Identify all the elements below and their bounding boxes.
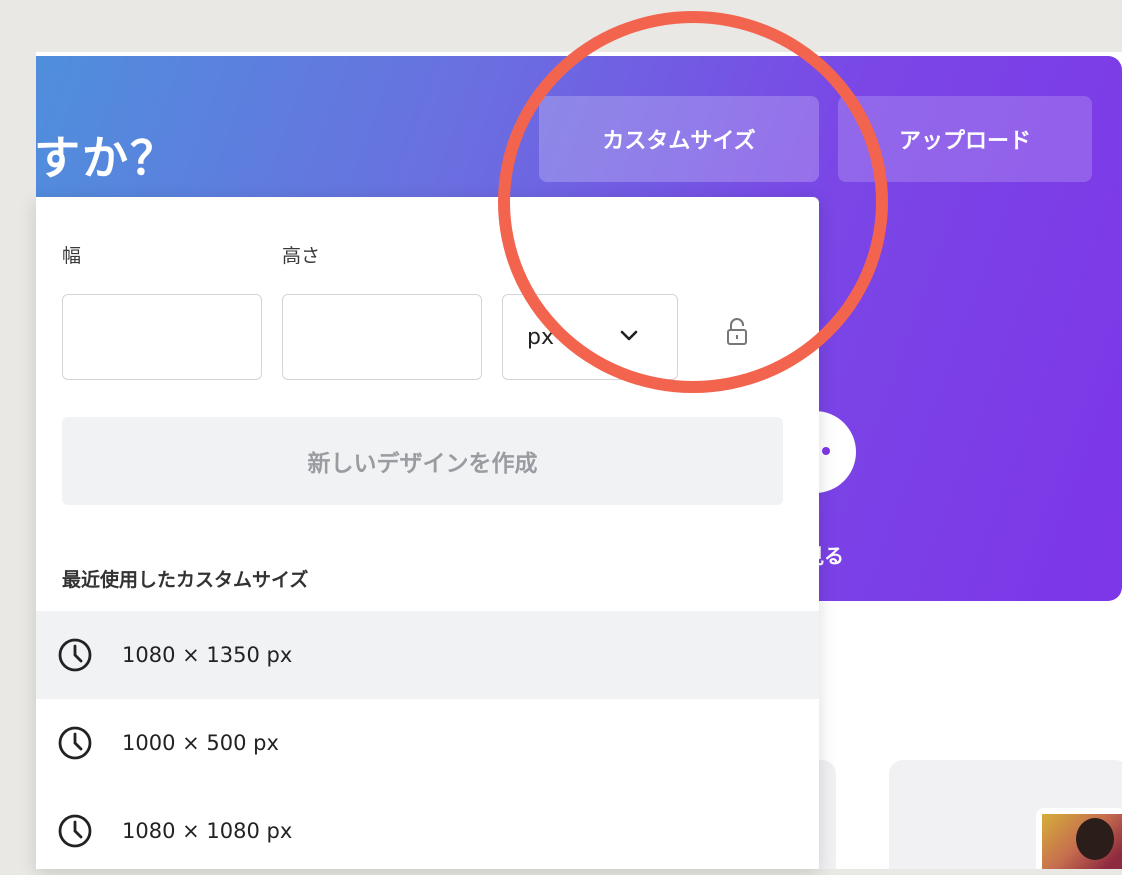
recent-size-label: 1080 × 1080 px [122,819,293,843]
unit-selected-value: px [527,325,554,350]
upload-button[interactable]: アップロード [838,96,1092,182]
create-design-button[interactable]: 新しいデザインを作成 [62,417,783,505]
clock-icon [58,638,92,672]
clock-icon [58,726,92,760]
width-label: 幅 [62,245,82,267]
recent-size-label: 1000 × 500 px [122,731,279,755]
lock-icon[interactable] [726,317,748,347]
width-input[interactable] [62,294,262,380]
chevron-down-icon [620,330,638,341]
recent-size-item[interactable]: 1000 × 500 px [36,699,819,787]
thumbnail-figure [1076,818,1114,860]
more-dot-icon [822,447,830,455]
unit-select[interactable]: px [502,294,678,380]
recent-sizes-heading: 最近使用したカスタムサイズ [62,569,309,591]
height-input[interactable] [282,294,482,380]
thumbnail-image [1042,814,1122,869]
height-label: 高さ [282,245,321,267]
recent-size-item[interactable]: 1080 × 1080 px [36,787,819,875]
recent-size-item[interactable]: 1080 × 1350 px [36,611,819,699]
hero-title: すか？ [36,131,178,185]
clock-icon [58,814,92,848]
design-thumbnail[interactable] [1036,808,1122,869]
custom-size-button[interactable]: カスタムサイズ [539,96,819,182]
custom-size-panel: 幅 高さ px 新しいデザインを作成 最近使用したカスタムサイズ 1080 × … [36,197,819,869]
recent-size-label: 1080 × 1350 px [122,643,293,667]
